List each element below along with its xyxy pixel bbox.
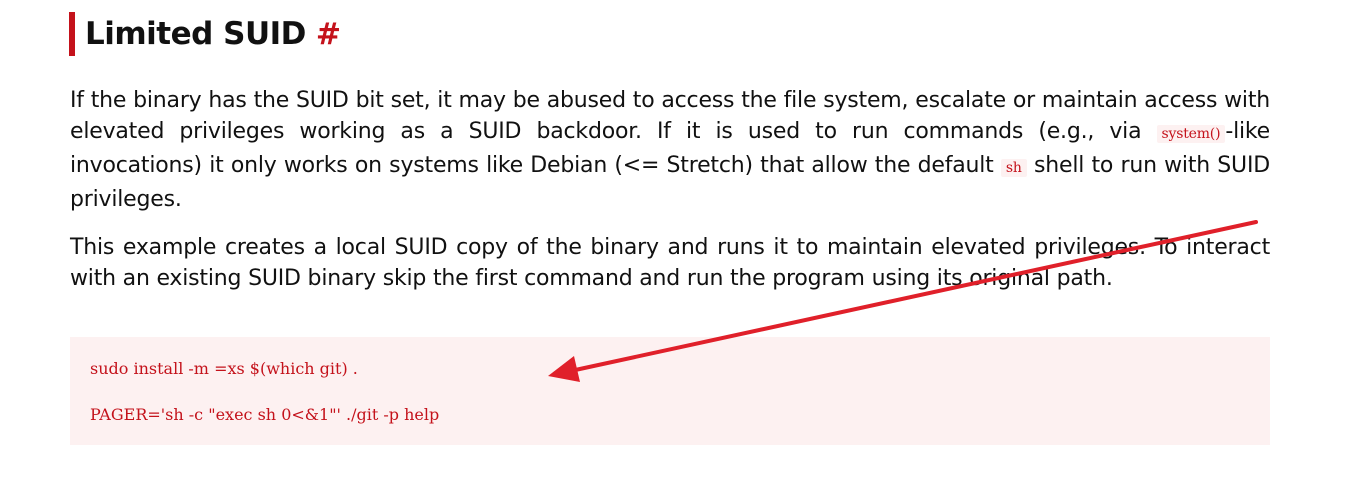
description-paragraph: If the binary has the SUID bit set, it m…	[70, 85, 1270, 215]
paragraph-text: If the binary has the SUID bit set, it m…	[70, 88, 1270, 144]
section-heading: Limited SUID #	[69, 12, 341, 56]
example-paragraph: This example creates a local SUID copy o…	[70, 235, 1270, 291]
section-title: Limited SUID	[85, 16, 306, 52]
code-line-install[interactable]: sudo install -m =xs $(which git) .	[90, 359, 358, 378]
inline-code-system: system()	[1156, 125, 1226, 143]
heading-anchor-link[interactable]: #	[316, 17, 341, 52]
code-line-pager[interactable]: PAGER='sh -c "exec sh 0<&1"' ./git -p he…	[90, 405, 439, 424]
inline-code-sh: sh	[1000, 159, 1027, 177]
heading-accent-bar	[69, 12, 75, 56]
code-block[interactable]: sudo install -m =xs $(which git) . PAGER…	[70, 337, 1270, 445]
